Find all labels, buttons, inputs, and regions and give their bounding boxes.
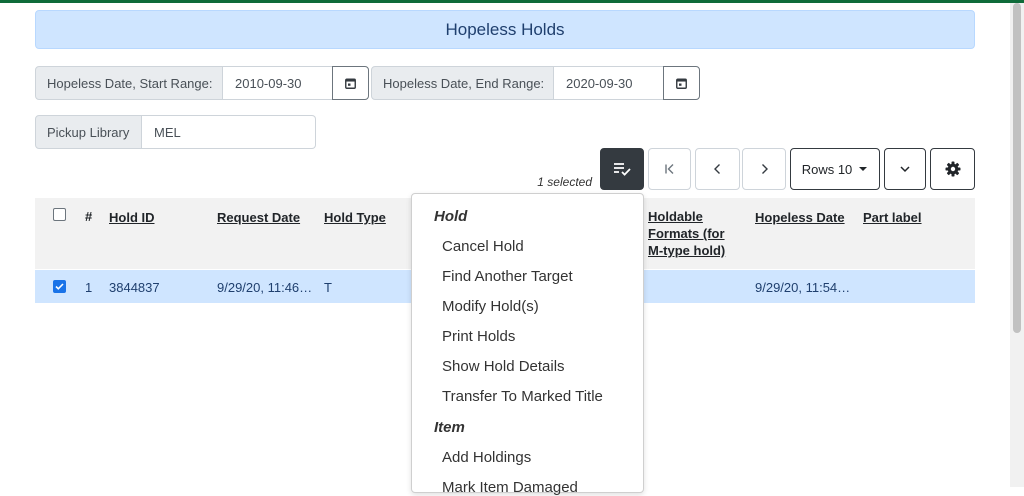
rows-per-page-dropdown[interactable]: Rows 10 [790, 148, 880, 190]
start-date-filter: Hopeless Date, Start Range: 2010-09-30 [35, 66, 369, 100]
column-header-hopeless-date[interactable]: Hopeless Date [755, 210, 845, 225]
column-header-holdable-line1: Holdable [648, 209, 703, 224]
column-header-holdable-formats[interactable]: Holdable Formats (for M-type hold) [648, 208, 725, 259]
chevron-right-icon [762, 164, 768, 174]
column-header-holdable-line2: Formats (for [648, 226, 725, 241]
pickup-library-input[interactable]: MEL [142, 115, 316, 149]
menu-section-hold: Hold [434, 208, 468, 225]
column-header-hold-id[interactable]: Hold ID [109, 210, 155, 225]
scrollbar-thumb[interactable] [1013, 3, 1021, 333]
menu-item-add-holdings[interactable]: Add Holdings [442, 449, 531, 466]
menu-section-item: Item [434, 419, 465, 436]
row-select-checkbox[interactable] [53, 280, 66, 293]
actions-dropdown-menu: Hold Cancel Hold Find Another Target Mod… [411, 193, 644, 496]
menu-item-show-hold-details[interactable]: Show Hold Details [442, 358, 565, 375]
top-accent-bar [0, 0, 1024, 3]
pickup-library-label: Pickup Library [35, 115, 142, 149]
end-date-calendar-button[interactable] [663, 66, 700, 100]
page-title: Hopeless Holds [35, 10, 975, 49]
selection-count: 1 selected [537, 175, 592, 189]
calendar-icon [345, 78, 356, 89]
menu-item-find-another-target[interactable]: Find Another Target [442, 268, 573, 285]
page-scrollbar[interactable] [1010, 3, 1024, 487]
menu-item-cancel-hold[interactable]: Cancel Hold [442, 238, 524, 255]
row-number: 1 [85, 280, 93, 295]
menu-item-print-holds[interactable]: Print Holds [442, 328, 515, 345]
end-date-filter: Hopeless Date, End Range: 2020-09-30 [371, 66, 700, 100]
column-header-number: # [85, 209, 93, 224]
column-header-part-label[interactable]: Part label [863, 210, 922, 225]
chevron-left-icon [713, 164, 720, 174]
previous-page-button[interactable] [695, 148, 740, 190]
chevron-down-icon [900, 166, 910, 173]
start-date-calendar-button[interactable] [332, 66, 369, 100]
end-date-input[interactable]: 2020-09-30 [554, 66, 664, 100]
row-request-date: 9/29/20, 11:46… [217, 280, 313, 295]
settings-button[interactable] [930, 148, 975, 190]
first-page-button[interactable] [648, 148, 691, 190]
expand-button[interactable] [884, 148, 926, 190]
row-hold-type: T [324, 280, 332, 295]
end-date-label: Hopeless Date, End Range: [371, 66, 554, 100]
menu-item-modify-holds[interactable]: Modify Hold(s) [442, 298, 539, 315]
start-date-input[interactable]: 2010-09-30 [223, 66, 333, 100]
checkmark-icon [55, 283, 64, 290]
row-hold-id[interactable]: 3844837 [109, 280, 160, 295]
calendar-icon [676, 78, 687, 89]
start-date-label: Hopeless Date, Start Range: [35, 66, 223, 100]
first-page-icon [664, 164, 673, 174]
column-header-hold-type[interactable]: Hold Type [324, 210, 386, 225]
column-header-request-date[interactable]: Request Date [217, 210, 300, 225]
next-page-button[interactable] [742, 148, 786, 190]
select-all-checkbox[interactable] [53, 208, 66, 221]
gear-icon [945, 161, 960, 177]
row-hopeless-date: 9/29/20, 11:54… [755, 280, 851, 295]
pickup-library-filter: Pickup Library MEL [35, 115, 316, 149]
caret-down-icon [859, 167, 868, 171]
column-header-holdable-line3: M-type hold) [648, 243, 726, 258]
menu-item-transfer-to-marked-title[interactable]: Transfer To Marked Title [442, 388, 603, 405]
actions-menu-button[interactable] [600, 148, 644, 190]
list-check-icon [614, 163, 631, 176]
rows-per-page-label: Rows 10 [801, 161, 853, 177]
menu-item-mark-item-damaged[interactable]: Mark Item Damaged [442, 479, 578, 496]
